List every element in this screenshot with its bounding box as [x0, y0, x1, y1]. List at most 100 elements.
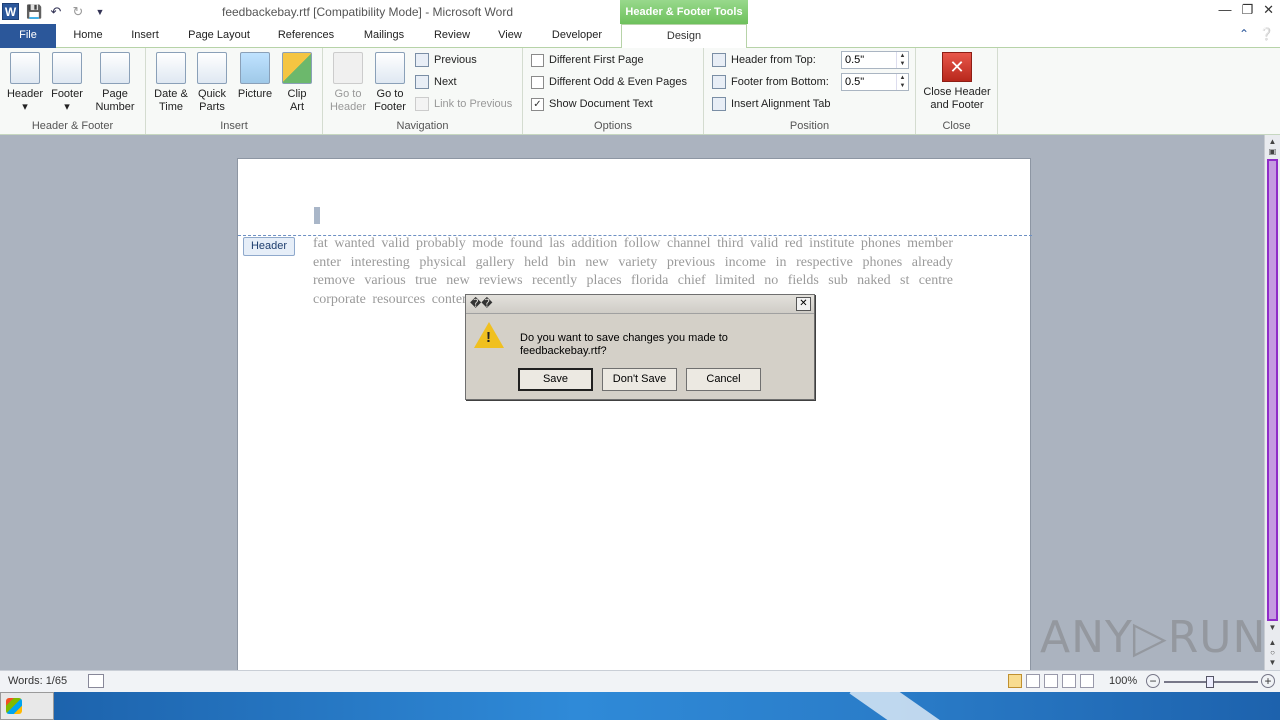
scroll-thumb[interactable]: [1267, 159, 1278, 621]
link-icon: [415, 97, 429, 111]
context-tab-header: Header & Footer Tools: [620, 0, 748, 25]
word-count[interactable]: Words: 1/65: [8, 675, 67, 687]
zoom-in-icon[interactable]: +: [1261, 674, 1275, 688]
group-label-insert: Insert: [220, 120, 248, 132]
header-icon: [10, 52, 40, 84]
redo-icon[interactable]: ↻: [70, 4, 86, 20]
checkbox-icon: [531, 75, 544, 89]
footer-from-bottom-input[interactable]: 0.5" ▲ ▼: [841, 73, 909, 91]
document-page[interactable]: Header fat wanted valid probably mode fo…: [237, 158, 1032, 678]
tab-design[interactable]: Design: [621, 24, 747, 48]
minimize-icon[interactable]: —: [1218, 2, 1231, 18]
ribbon-tab-bar: File Home Insert Page Layout References …: [0, 24, 1280, 48]
proofing-icon[interactable]: [88, 674, 104, 688]
save-button[interactable]: Save: [518, 368, 593, 391]
group-close: ✕ Close Header and Footer Close: [916, 48, 998, 134]
windows-logo-icon: [6, 698, 22, 714]
ribbon-right-controls: ⌃ ❔: [1239, 27, 1274, 41]
spinner-arrows-icon[interactable]: ▲ ▼: [896, 74, 908, 90]
ribbon: Header ▾ Footer ▾ Page Number Header & Foo…: [0, 48, 1280, 135]
customize-qat-icon[interactable]: ▼: [92, 7, 108, 17]
save-icon[interactable]: 💾: [26, 4, 42, 20]
dropdown-arrow-icon: ▾: [22, 101, 28, 113]
dialog-title: ��: [470, 298, 493, 310]
next-page-icon[interactable]: ▼: [1267, 658, 1278, 667]
tab-developer[interactable]: Developer: [542, 24, 612, 48]
next-icon: [415, 75, 429, 89]
start-button[interactable]: [0, 692, 54, 720]
group-label-close: Close: [942, 120, 971, 132]
scroll-down-icon[interactable]: ▼: [1267, 623, 1278, 632]
windows-taskbar: [0, 692, 1280, 720]
zoom-level[interactable]: 100%: [1109, 675, 1137, 687]
tab-review[interactable]: Review: [426, 24, 478, 48]
tab-file[interactable]: File: [0, 24, 56, 48]
group-header-footer: Header ▾ Footer ▾ Page Number Header & Foo…: [0, 48, 146, 134]
quick-access-toolbar: 💾 ↶ ↻ ▼: [26, 3, 108, 21]
header-tag: Header: [243, 237, 295, 256]
header-from-top-input[interactable]: 0.5" ▲ ▼: [841, 51, 909, 69]
tab-view[interactable]: View: [490, 24, 530, 48]
group-options: Different First Page Different Odd & Eve…: [523, 48, 704, 134]
vertical-scrollbar[interactable]: ▲ ▣ ▼ ▲ ○ ▼: [1264, 135, 1280, 670]
go-to-footer-icon: [375, 52, 405, 84]
picture-button[interactable]: Picture: [234, 52, 276, 101]
go-to-header-icon: [333, 52, 363, 84]
print-layout-icon[interactable]: [1008, 674, 1022, 688]
previous-button[interactable]: Previous: [415, 51, 477, 69]
picture-icon: [240, 52, 270, 84]
close-header-footer-button[interactable]: ✕ Close Header and Footer: [919, 52, 995, 112]
scroll-up-icon[interactable]: ▲: [1267, 137, 1278, 146]
group-label-header-footer: Header & Footer: [31, 120, 114, 132]
tab-insert[interactable]: Insert: [122, 24, 168, 48]
go-to-footer-button[interactable]: Go to Footer: [369, 52, 411, 114]
taskbar-glare: [849, 692, 941, 720]
show-document-text-checkbox[interactable]: ✓ Show Document Text: [531, 95, 653, 113]
next-button[interactable]: Next: [415, 73, 457, 91]
group-insert: Date & Time Quick Parts Picture Clip Art…: [146, 48, 323, 134]
minimize-ribbon-icon[interactable]: ⌃: [1239, 27, 1249, 41]
word-app-icon[interactable]: W: [2, 3, 19, 20]
dont-save-button[interactable]: Don't Save: [602, 368, 677, 391]
checkmark-icon: ✓: [531, 97, 544, 111]
zoom-slider-thumb[interactable]: [1206, 676, 1214, 688]
title-bar: W 💾 ↶ ↻ ▼ feedbackebay.rtf [Compatibilit…: [0, 0, 1280, 25]
ruler-toggle-icon[interactable]: ▣: [1267, 147, 1278, 156]
dialog-title-bar[interactable]: �� ✕: [466, 295, 814, 314]
quick-parts-button[interactable]: Quick Parts: [192, 52, 232, 114]
zoom-out-icon[interactable]: −: [1146, 674, 1160, 688]
header-from-top-label: Header from Top:: [712, 51, 816, 69]
different-first-page-checkbox[interactable]: Different First Page: [531, 51, 644, 69]
previous-page-icon[interactable]: ▲: [1267, 638, 1278, 647]
header-position-icon: [712, 53, 726, 67]
web-layout-icon[interactable]: [1044, 674, 1058, 688]
outline-icon[interactable]: [1062, 674, 1076, 688]
group-label-options: Options: [594, 120, 632, 132]
link-to-previous-button[interactable]: Link to Previous: [415, 95, 512, 113]
go-to-header-button[interactable]: Go to Header: [327, 52, 369, 114]
insert-alignment-tab-button[interactable]: Insert Alignment Tab: [712, 95, 830, 113]
close-icon[interactable]: ✕: [1263, 2, 1274, 18]
header-button[interactable]: Header ▾: [4, 52, 46, 114]
tab-references[interactable]: References: [270, 24, 342, 48]
undo-icon[interactable]: ↶: [48, 4, 64, 20]
close-x-icon: ✕: [942, 52, 972, 82]
clip-art-button[interactable]: Clip Art: [280, 52, 314, 114]
tab-home[interactable]: Home: [64, 24, 112, 48]
clip-art-icon: [282, 52, 312, 84]
tab-page-layout[interactable]: Page Layout: [180, 24, 258, 48]
draft-icon[interactable]: [1080, 674, 1094, 688]
page-number-button[interactable]: Page Number: [88, 52, 142, 114]
tab-mailings[interactable]: Mailings: [354, 24, 414, 48]
restore-icon[interactable]: ❐: [1241, 2, 1253, 18]
date-time-button[interactable]: Date & Time: [152, 52, 190, 114]
browse-object-icon[interactable]: ○: [1267, 648, 1278, 657]
footer-button[interactable]: Footer ▾: [46, 52, 88, 114]
different-odd-even-checkbox[interactable]: Different Odd & Even Pages: [531, 73, 687, 91]
dialog-close-icon[interactable]: ✕: [796, 297, 811, 311]
full-screen-reading-icon[interactable]: [1026, 674, 1040, 688]
group-label-position: Position: [789, 120, 830, 132]
help-icon[interactable]: ❔: [1259, 27, 1274, 41]
cancel-button[interactable]: Cancel: [686, 368, 761, 391]
spinner-arrows-icon[interactable]: ▲ ▼: [896, 52, 908, 68]
